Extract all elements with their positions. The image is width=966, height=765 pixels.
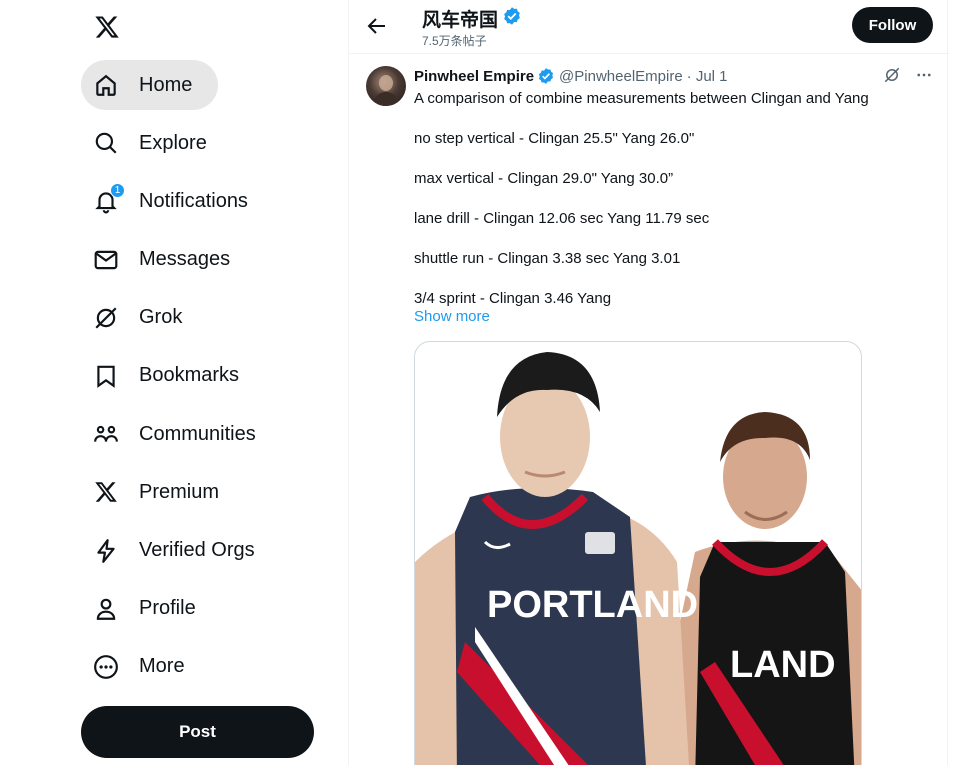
- main-column: 风车帝国 7.5万条帖子 Follow Pinwheel Empire @Pin…: [348, 0, 949, 765]
- grok-icon: [93, 305, 119, 331]
- nav-item-more[interactable]: More: [81, 642, 211, 692]
- nav-item-premium[interactable]: Premium: [81, 467, 245, 517]
- nav-item-notifications[interactable]: 1 Notifications: [81, 176, 274, 226]
- tweet-line: max vertical - Clingan 29.0" Yang 30.0”: [414, 170, 674, 187]
- communities-icon: [93, 421, 119, 447]
- mail-icon: [93, 247, 119, 273]
- show-more-link[interactable]: Show more: [414, 308, 490, 325]
- profile-name: 风车帝国: [422, 5, 522, 32]
- nav-item-bookmarks[interactable]: Bookmarks: [81, 351, 265, 401]
- verified-badge-icon: [537, 67, 555, 85]
- nav-label-explore: Explore: [139, 131, 207, 154]
- search-icon: [93, 130, 119, 156]
- nav-label-verified-orgs: Verified Orgs: [139, 539, 255, 561]
- nav-label-profile: Profile: [139, 597, 196, 620]
- tweet-actions: [883, 66, 933, 89]
- notification-badge: 1: [110, 183, 125, 199]
- profile-name-text: 风车帝国: [422, 10, 499, 31]
- sidebar: Home Explore 1 Notifications Messages Gr…: [0, 0, 348, 765]
- author-handle[interactable]: @PinwheelEmpire: [559, 68, 683, 85]
- nav-label-messages: Messages: [139, 248, 231, 271]
- nav-label-grok: Grok: [139, 306, 183, 329]
- profile-header: 风车帝国 7.5万条帖子 Follow: [349, 0, 949, 54]
- verified-badge-icon: [502, 6, 522, 32]
- players-photo: LAND PORTLAND: [415, 352, 861, 765]
- more-options-icon[interactable]: [915, 66, 933, 89]
- tweet-line: A comparison of combine measurements bet…: [414, 90, 869, 107]
- grok-icon[interactable]: [883, 66, 901, 89]
- avatar[interactable]: [366, 66, 406, 106]
- nav-item-verified-orgs[interactable]: Verified Orgs: [81, 526, 281, 576]
- player-right: LAND: [675, 412, 861, 765]
- nav-item-profile[interactable]: Profile: [81, 584, 222, 634]
- post-button[interactable]: Post: [81, 706, 314, 758]
- nav-item-messages[interactable]: Messages: [81, 235, 256, 285]
- nav-label-home: Home: [139, 73, 193, 96]
- nav-label-communities: Communities: [139, 422, 256, 445]
- bookmark-icon: [93, 363, 119, 389]
- primary-nav: Home Explore 1 Notifications Messages Gr…: [81, 60, 341, 700]
- tweet-date[interactable]: · Jul 1: [687, 68, 728, 85]
- person-icon: [93, 596, 119, 622]
- tweet-line: no step vertical - Clingan 25.5" Yang 26…: [414, 130, 695, 147]
- tweet-line: shuttle run - Clingan 3.38 sec Yang 3.01: [414, 250, 681, 267]
- jersey-left-text: PORTLAND: [487, 584, 698, 626]
- nav-label-more: More: [139, 655, 185, 678]
- jersey-right-text: LAND: [730, 644, 836, 686]
- tweet-line: lane drill - Clingan 12.06 sec Yang 11.7…: [414, 210, 710, 227]
- x-logo-icon: [93, 479, 119, 505]
- nav-label-notifications: Notifications: [139, 189, 248, 212]
- more-circle-icon: [93, 654, 119, 680]
- player-left: PORTLAND: [415, 352, 698, 765]
- tweet-image[interactable]: LAND PORTLAND: [414, 341, 862, 765]
- tweet-text: A comparison of combine measurements bet…: [414, 89, 934, 309]
- nav-item-grok[interactable]: Grok: [81, 293, 208, 343]
- nav-item-communities[interactable]: Communities: [81, 409, 282, 459]
- author-name[interactable]: Pinwheel Empire: [414, 68, 534, 85]
- post-count: 7.5万条帖子: [422, 34, 487, 48]
- follow-button[interactable]: Follow: [852, 7, 933, 43]
- tweet-line: 3/4 sprint - Clingan 3.46 Yang: [414, 290, 612, 307]
- tweet-meta: Pinwheel Empire @PinwheelEmpire · Jul 1: [414, 67, 728, 85]
- nav-label-bookmarks: Bookmarks: [139, 364, 240, 387]
- nav-label-premium: Premium: [139, 480, 220, 503]
- lightning-icon: [93, 538, 119, 564]
- home-icon: [93, 72, 119, 98]
- back-arrow-icon[interactable]: [365, 14, 389, 38]
- x-logo-icon[interactable]: [88, 8, 126, 46]
- nav-item-explore[interactable]: Explore: [81, 118, 233, 168]
- nav-item-home[interactable]: Home: [81, 60, 219, 110]
- bell-icon: 1: [93, 183, 125, 214]
